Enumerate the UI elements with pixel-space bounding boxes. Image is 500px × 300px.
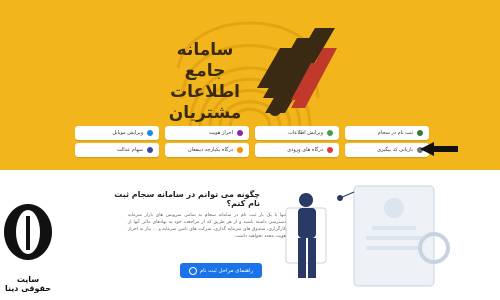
arrow-pointer-icon bbox=[420, 142, 458, 156]
id-icon bbox=[237, 130, 243, 136]
section-paragraph: تنها با یک بار ثبت نام در سامانه سجام به… bbox=[128, 213, 286, 239]
sejam-logo bbox=[257, 28, 337, 116]
tile-edit-info[interactable]: ویرایش اطلاعات bbox=[255, 126, 339, 140]
user-icon bbox=[417, 130, 423, 136]
guide-button-label: راهنمای مراحل ثبت نام bbox=[199, 267, 254, 274]
scales-of-justice-logo bbox=[4, 204, 52, 260]
watermark-text: سایت حقوقی دینا bbox=[4, 275, 52, 293]
grid-icon bbox=[237, 147, 243, 153]
hero-title-line-1: سامانه جامع bbox=[176, 40, 234, 81]
tile-label: ثبت نام در سجام bbox=[377, 130, 413, 136]
play-circle-icon bbox=[188, 266, 197, 275]
share-icon bbox=[147, 147, 153, 153]
gate-icon bbox=[327, 147, 333, 153]
tile-label: ویرایش اطلاعات bbox=[288, 130, 323, 136]
tile-label: احراز هویت bbox=[208, 130, 233, 136]
tile-entry-gates[interactable]: درگاه های ورودی bbox=[255, 143, 339, 157]
tile-edit-mobile[interactable]: ویرایش موبایل bbox=[75, 126, 159, 140]
tile-justice-shares[interactable]: سهام عدالت bbox=[75, 143, 159, 157]
registration-guide-button[interactable]: راهنمای مراحل ثبت نام bbox=[180, 263, 262, 278]
hero-title: سامانه جامع اطلاعات مشتریان bbox=[160, 40, 250, 124]
tile-label: درگاه های ورودی bbox=[287, 147, 323, 153]
edit-icon bbox=[327, 130, 333, 136]
tile-label: سهام عدالت bbox=[116, 147, 143, 153]
tile-register[interactable]: ثبت نام در سجام bbox=[345, 126, 429, 140]
tile-label: بازیابی کد پیگیری bbox=[377, 147, 413, 153]
phone-icon bbox=[147, 130, 153, 136]
tile-authentication[interactable]: احراز هویت bbox=[165, 126, 249, 140]
tile-label: ویرایش موبایل bbox=[112, 130, 143, 136]
hero-title-line-3: مشتریان bbox=[168, 103, 242, 123]
section-heading: چگونه می توانم در سامانه سجام ثبت نام کن… bbox=[114, 190, 260, 208]
tile-label: درگاه یکپارچه ذینفعان bbox=[188, 147, 233, 153]
hero-title-line-2: اطلاعات bbox=[170, 82, 240, 102]
registration-illustration bbox=[285, 185, 450, 287]
tile-recover-tracking-code[interactable]: بازیابی کد پیگیری bbox=[345, 143, 429, 157]
hero-banner: سامانه جامع اطلاعات مشتریان ثبت نام در س… bbox=[0, 0, 500, 170]
tile-integrated-gateway[interactable]: درگاه یکپارچه ذینفعان bbox=[165, 143, 249, 157]
